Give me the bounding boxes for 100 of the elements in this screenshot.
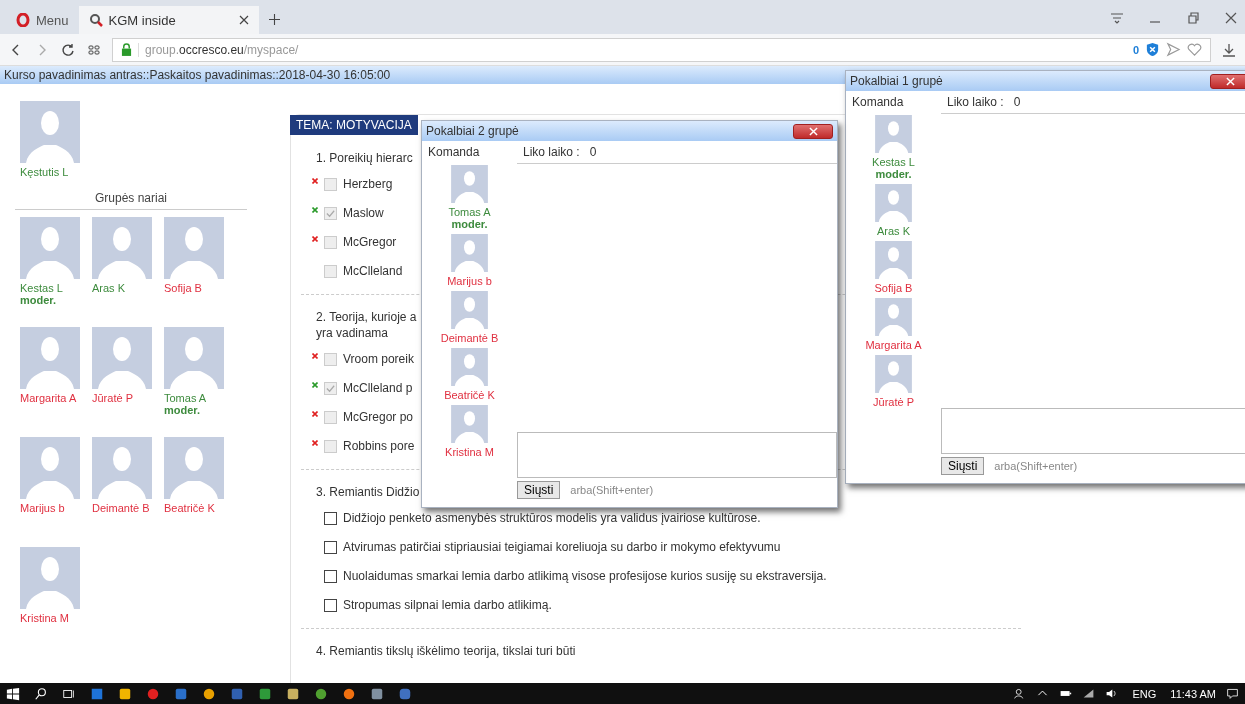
member-name: Kestas L bbox=[872, 156, 915, 168]
notification-icon[interactable] bbox=[1226, 687, 1239, 700]
avatar-icon bbox=[92, 327, 152, 389]
question-text: 1. Poreikių hierarc bbox=[316, 150, 413, 166]
avatar-icon bbox=[451, 165, 488, 203]
member-name: Jūratė P bbox=[873, 396, 914, 408]
search-icon bbox=[88, 13, 103, 27]
avatar-icon bbox=[451, 234, 488, 272]
close-icon[interactable] bbox=[238, 15, 249, 25]
start-icon[interactable] bbox=[6, 686, 20, 701]
browser-tab[interactable]: Menu bbox=[6, 6, 79, 34]
reload-icon[interactable] bbox=[60, 41, 76, 58]
member-name: Deimantė B bbox=[440, 332, 499, 344]
language-indicator[interactable]: ENG bbox=[1132, 687, 1157, 700]
course-title: Kurso pavadinimas antras::Paskaitos pavadinimas::2018-04-30 16:05:00 bbox=[4, 68, 391, 82]
member-name: Marijus b bbox=[20, 502, 65, 514]
o-logo-icon bbox=[16, 13, 30, 27]
avatar-icon bbox=[875, 184, 912, 222]
avatar-icon bbox=[20, 217, 80, 279]
chat-title: Pokalbiai 1 grupė bbox=[850, 74, 943, 88]
member-name: Jūratė P bbox=[92, 392, 133, 404]
time-left-value: 0 bbox=[1013, 95, 1021, 109]
checkbox[interactable] bbox=[324, 570, 337, 583]
avatar-icon bbox=[20, 327, 80, 389]
url-text: group.occresco.eu/myspace/ bbox=[138, 42, 299, 57]
restore-icon[interactable] bbox=[1185, 10, 1201, 26]
option-text: McClleland p bbox=[343, 380, 413, 397]
send-icon[interactable] bbox=[1166, 42, 1181, 57]
download-icon[interactable] bbox=[1221, 41, 1237, 58]
checkbox[interactable] bbox=[324, 541, 337, 554]
avatar-icon bbox=[451, 348, 488, 386]
team-label: Komanda bbox=[428, 145, 480, 159]
member-name: Beatričė K bbox=[444, 389, 495, 401]
option-text: Didžiojo penketo asmenybės struktūros modelis yra validus įvairiose kultūrose. bbox=[343, 510, 761, 527]
time-left-label: Liko laiko : bbox=[947, 95, 1004, 109]
member-name: Tomas A bbox=[164, 392, 207, 404]
avatar-icon bbox=[875, 298, 912, 336]
avatar-icon bbox=[164, 217, 224, 279]
new-tab-icon[interactable] bbox=[268, 14, 280, 25]
close-icon[interactable] bbox=[1223, 10, 1239, 26]
option-text: Stropumas silpnai lemia darbo atlikimą. bbox=[343, 597, 552, 614]
topic-header: TEMA: MOTYVACIJA bbox=[290, 115, 418, 135]
team-label: Komanda bbox=[852, 95, 904, 109]
shield-icon[interactable] bbox=[1145, 42, 1160, 57]
app-icon[interactable] bbox=[314, 686, 328, 701]
message-input[interactable] bbox=[517, 432, 837, 478]
option-text: McGregor po bbox=[343, 409, 414, 426]
avatar-icon bbox=[164, 327, 224, 389]
question-text: 3. Remiantis Didžio bbox=[316, 484, 420, 500]
shortcut-hint: arba(Shift+enter) bbox=[570, 484, 654, 496]
section-title: Grupės nariai bbox=[15, 191, 247, 210]
app-icon[interactable] bbox=[342, 686, 356, 701]
address-field[interactable]: group.occresco.eu/myspace/ 0 bbox=[112, 37, 1211, 62]
option-text: Nuolaidumas smarkai lemia darbo atlikimą visose profesijose kurios susiję su ekstraversija. bbox=[343, 568, 827, 585]
role-label: moder. bbox=[875, 168, 912, 180]
close-icon bbox=[1225, 76, 1235, 86]
search-icon[interactable] bbox=[34, 686, 48, 701]
option-text: Maslow bbox=[343, 205, 384, 222]
speaker-icon[interactable] bbox=[1105, 687, 1119, 700]
time-left-value: 0 bbox=[589, 145, 597, 159]
blocked-count: 0 bbox=[1132, 43, 1139, 56]
message-input[interactable] bbox=[941, 408, 1245, 454]
close-button[interactable] bbox=[793, 123, 833, 139]
member-name: Tomas A bbox=[448, 206, 491, 218]
clock[interactable]: 11:43 AM bbox=[1170, 687, 1216, 700]
option-text: Robbins pore bbox=[343, 438, 415, 455]
role-label: moder. bbox=[20, 294, 57, 306]
member-name: Deimantė B bbox=[92, 502, 150, 514]
heart-icon[interactable] bbox=[1187, 42, 1202, 57]
member-name: Aras K bbox=[877, 225, 910, 237]
avatar-icon bbox=[20, 547, 80, 609]
browser-tab[interactable]: KGM inside bbox=[78, 6, 259, 34]
send-button[interactable]: Siųsti bbox=[517, 481, 561, 499]
question-text: 2. Teorija, kurioje a yra vadinama bbox=[316, 309, 417, 341]
close-button[interactable] bbox=[1210, 73, 1245, 89]
role-label: moder. bbox=[164, 404, 201, 416]
member-name: Kristina M bbox=[20, 612, 69, 624]
avatar-icon bbox=[92, 437, 152, 499]
member-name: Marijus b bbox=[447, 275, 492, 287]
member-name: Aras K bbox=[92, 282, 125, 294]
avatar-icon bbox=[875, 241, 912, 279]
app-icon[interactable] bbox=[258, 686, 272, 701]
checkbox[interactable] bbox=[324, 599, 337, 612]
avatar-icon bbox=[875, 355, 912, 393]
checkbox[interactable] bbox=[324, 512, 337, 525]
app-icon[interactable] bbox=[202, 686, 216, 701]
member-name: Margarita A bbox=[20, 392, 77, 404]
app-icon[interactable] bbox=[370, 686, 384, 701]
avatar-icon bbox=[451, 291, 488, 329]
avatar-icon bbox=[20, 101, 80, 163]
option-text: Vroom poreik bbox=[343, 351, 414, 368]
member-name: Sofija B bbox=[164, 282, 202, 294]
shortcut-hint: arba(Shift+enter) bbox=[994, 460, 1078, 472]
app-icon[interactable] bbox=[118, 686, 132, 701]
member-name: Kristina M bbox=[445, 446, 494, 458]
send-button[interactable]: Siųsti bbox=[941, 457, 985, 475]
lock-icon bbox=[121, 43, 132, 56]
member-name: Beatričė K bbox=[164, 502, 215, 514]
app-icon[interactable] bbox=[286, 686, 300, 701]
avatar-icon bbox=[875, 115, 912, 153]
